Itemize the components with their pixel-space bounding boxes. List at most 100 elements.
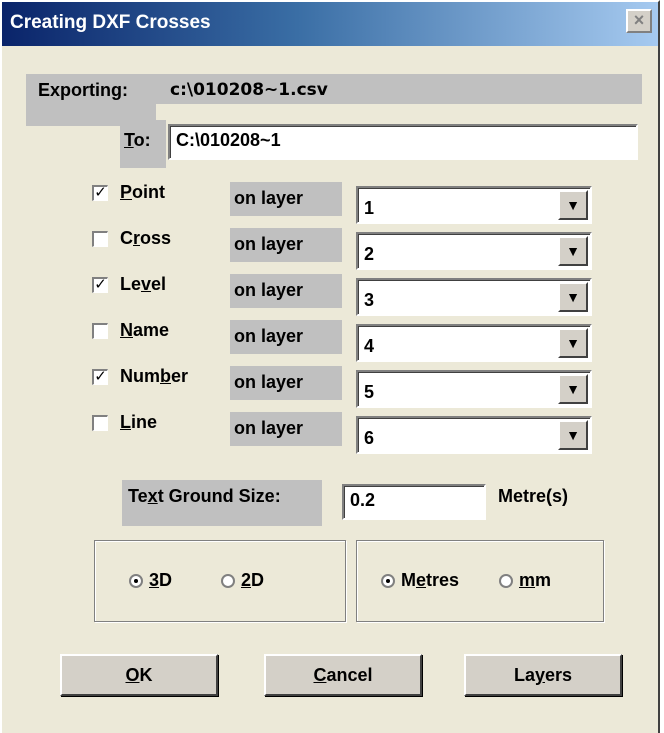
dialog-window: Creating DXF Crosses × Exporting: c:\010… [0, 0, 660, 733]
point-label: Point [120, 182, 165, 203]
line-label-mnemonic: L [120, 412, 131, 432]
radio-2d-mnemonic: 2 [241, 570, 252, 590]
cross-on-layer-label: on layer [234, 234, 304, 254]
line-layer-select[interactable]: 6 ▼ [356, 416, 592, 454]
cross-label-post: oss [140, 228, 172, 248]
window-title: Creating DXF Crosses [10, 12, 211, 33]
layers-mnemonic: y [534, 665, 545, 685]
level-checkbox[interactable]: ✓ [92, 277, 108, 293]
text-size-value: 0.2 [350, 490, 376, 510]
line-label-post: ine [131, 412, 158, 432]
point-layer-select[interactable]: 1 ▼ [356, 186, 592, 224]
name-on-layer-label: on layer [234, 326, 304, 346]
dimension-group: 3D 2D [94, 540, 346, 622]
level-layer-value: 3 [364, 290, 375, 310]
point-on-layer-label: on layer [234, 188, 304, 208]
level-label-post: el [151, 274, 167, 294]
checkmark-icon: ✓ [94, 276, 107, 293]
dropdown-arrow-icon[interactable]: ▼ [558, 328, 588, 358]
to-path-value: C:\010208~1 [176, 130, 281, 150]
radio-3d-label[interactable]: 3D [149, 570, 172, 591]
point-label-post: oint [132, 182, 166, 202]
level-on-layer-label: on layer [234, 280, 304, 300]
radio-metres[interactable] [381, 574, 395, 588]
dropdown-arrow-icon[interactable]: ▼ [558, 190, 588, 220]
dropdown-arrow-icon[interactable]: ▼ [558, 420, 588, 450]
name-layer-select[interactable]: 4 ▼ [356, 324, 592, 362]
exporting-label: Exporting: [38, 80, 128, 100]
text-size-unit: Metre(s) [498, 486, 569, 506]
point-checkbox[interactable]: ✓ [92, 185, 108, 201]
number-label-mnemonic: b [160, 366, 171, 386]
level-label: Level [120, 274, 166, 295]
dropdown-arrow-icon[interactable]: ▼ [558, 236, 588, 266]
to-path-field[interactable]: C:\010208~1 [168, 124, 638, 160]
cross-layer-value: 2 [364, 244, 375, 264]
point-label-mnemonic: P [120, 182, 133, 202]
radio-mm-rest: m [535, 570, 552, 590]
cross-checkbox[interactable] [92, 231, 108, 247]
radio-2d-label[interactable]: 2D [241, 570, 264, 591]
name-label: Name [120, 320, 169, 341]
number-label-pre: Num [120, 366, 160, 386]
line-on-layer-label: on layer [234, 418, 304, 438]
layers-post: ers [545, 665, 573, 685]
checkmark-icon: ✓ [94, 368, 107, 385]
text-size-input[interactable]: 0.2 [342, 484, 486, 520]
exporting-path: c:\010208~1.csv [170, 80, 328, 100]
dropdown-arrow-icon[interactable]: ▼ [558, 282, 588, 312]
level-label-mnemonic: v [141, 274, 152, 294]
cross-on-layer-box: on layer [230, 228, 342, 262]
number-label-post: er [171, 366, 189, 386]
radio-3d[interactable] [129, 574, 143, 588]
close-icon[interactable]: × [626, 9, 652, 33]
level-layer-select[interactable]: 3 ▼ [356, 278, 592, 316]
line-checkbox[interactable] [92, 415, 108, 431]
to-label-mnemonic: T [124, 130, 134, 150]
point-layer-value: 1 [364, 198, 375, 218]
ok-rest: K [139, 665, 153, 685]
number-layer-value: 5 [364, 382, 375, 402]
radio-metres-label[interactable]: Metres [401, 570, 459, 591]
text-size-label: Text Ground Size: [128, 486, 281, 507]
number-on-layer-box: on layer [230, 366, 342, 400]
radio-3d-rest: D [159, 570, 173, 590]
text-size-label-post: t Ground Size: [157, 486, 281, 506]
layers-pre: La [513, 665, 535, 685]
number-label: Number [120, 366, 188, 387]
line-layer-value: 6 [364, 428, 375, 448]
radio-mm-label[interactable]: mm [519, 570, 551, 591]
name-on-layer-box: on layer [230, 320, 342, 354]
dropdown-arrow-icon[interactable]: ▼ [558, 374, 588, 404]
units-group: Metres mm [356, 540, 604, 622]
ok-mnemonic: O [125, 665, 140, 685]
checkmark-icon: ✓ [94, 184, 107, 201]
radio-3d-mnemonic: 3 [149, 570, 160, 590]
layers-button[interactable]: Layers [464, 654, 622, 696]
radio-2d[interactable] [221, 574, 235, 588]
number-layer-select[interactable]: 5 ▼ [356, 370, 592, 408]
cancel-mnemonic: C [313, 665, 327, 685]
cross-label-mnemonic: r [133, 228, 141, 248]
number-on-layer-label: on layer [234, 372, 304, 392]
cross-layer-select[interactable]: 2 ▼ [356, 232, 592, 270]
cancel-button[interactable]: Cancel [264, 654, 422, 696]
radio-2d-rest: D [251, 570, 265, 590]
line-on-layer-box: on layer [230, 412, 342, 446]
radio-metres-pre: M [401, 570, 416, 590]
radio-mm-mnemonic: m [519, 570, 536, 590]
text-size-label-mnemonic: x [147, 486, 158, 506]
cross-label-pre: C [120, 228, 133, 248]
cancel-rest: ancel [326, 665, 373, 685]
line-label: Line [120, 412, 157, 433]
ok-button[interactable]: OK [60, 654, 218, 696]
cross-label: Cross [120, 228, 171, 249]
radio-metres-mnemonic: e [416, 570, 427, 590]
title-bar[interactable]: Creating DXF Crosses × [2, 2, 658, 46]
radio-mm[interactable] [499, 574, 513, 588]
name-label-mnemonic: N [120, 320, 133, 340]
number-checkbox[interactable]: ✓ [92, 369, 108, 385]
name-checkbox[interactable] [92, 323, 108, 339]
radio-metres-post: tres [426, 570, 460, 590]
to-label-rest: o: [133, 130, 151, 150]
